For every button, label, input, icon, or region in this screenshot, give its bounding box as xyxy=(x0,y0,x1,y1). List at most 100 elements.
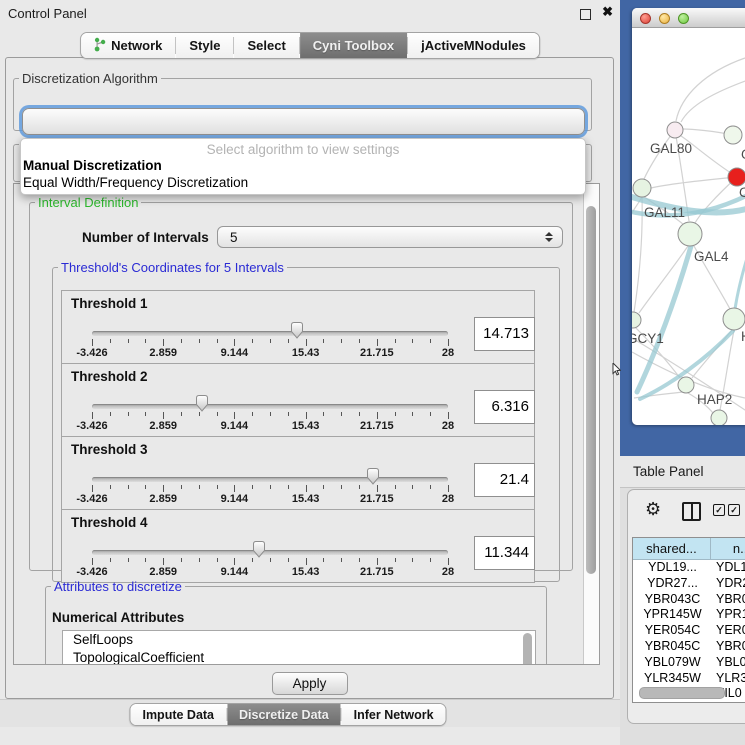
network-view-window: GAL80GCGAL11GAL4GCY1HHAP2 xyxy=(632,8,745,425)
slider-tick xyxy=(128,339,129,343)
column-header-shared-name[interactable]: shared... xyxy=(633,538,711,559)
tab-jactivemnodules[interactable]: jActiveMNodules xyxy=(408,33,539,58)
slider-tick-label: 15.43 xyxy=(292,566,320,578)
network-node[interactable] xyxy=(711,410,727,425)
slider-handle-icon[interactable] xyxy=(365,467,381,486)
slider-tick xyxy=(217,485,218,489)
checkbox-icon[interactable]: ✓ xyxy=(713,504,725,516)
tab-network[interactable]: Network xyxy=(81,33,175,58)
network-node[interactable] xyxy=(667,122,683,138)
node-attribute-table[interactable]: shared... n... YDL19...YDL1YDR27...YDR2Y… xyxy=(632,537,745,703)
zoom-traffic-light-icon[interactable] xyxy=(678,13,689,24)
table-row[interactable]: YLR345WYLR3 xyxy=(633,671,745,687)
network-node[interactable] xyxy=(724,126,742,144)
network-edge[interactable] xyxy=(681,80,745,122)
vertical-scrollbar-thumb[interactable] xyxy=(586,206,596,574)
algorithm-option-manual[interactable]: Manual Discretization xyxy=(21,157,585,174)
tab-cyni-toolbox[interactable]: Cyni Toolbox xyxy=(300,33,407,58)
tab-style[interactable]: Style xyxy=(176,33,233,58)
slider-tick xyxy=(128,485,129,489)
tab-select[interactable]: Select xyxy=(234,33,298,58)
table-row[interactable]: YDL19...YDL1 xyxy=(633,560,745,576)
slider-handle-icon[interactable] xyxy=(289,321,305,340)
slider-tick xyxy=(430,412,431,416)
slider-tick-labels: -3.4262.8599.14415.4321.71528 xyxy=(92,493,448,505)
horizontal-scrollbar-thumb[interactable] xyxy=(639,687,725,699)
checkbox-icon[interactable]: ✓ xyxy=(728,504,740,516)
network-node[interactable] xyxy=(678,222,702,246)
slider-tick xyxy=(163,412,164,419)
table-panel-titlebar: Table Panel xyxy=(620,456,745,488)
slider-tick xyxy=(395,558,396,562)
attribute-item-selfloops[interactable]: SelfLoops xyxy=(63,631,535,649)
algorithm-select[interactable] xyxy=(22,108,585,135)
number-of-intervals-spinner[interactable]: 5 xyxy=(217,226,563,248)
network-graph[interactable]: GAL80GCGAL11GAL4GCY1HHAP2 xyxy=(632,28,745,425)
window-titlebar: Control Panel ✖ xyxy=(0,0,620,26)
network-edge[interactable] xyxy=(651,177,737,188)
slider-track[interactable] xyxy=(92,331,448,336)
close-traffic-light-icon[interactable] xyxy=(640,13,651,24)
table-row[interactable]: YBL079WYBL0 xyxy=(633,655,745,671)
slider-tick xyxy=(288,558,289,562)
table-row[interactable]: YPR145WYPR1 xyxy=(633,607,745,623)
float-panel-icon[interactable] xyxy=(580,9,591,20)
minimize-traffic-light-icon[interactable] xyxy=(659,13,670,24)
table-row[interactable]: YBR043CYBR0 xyxy=(633,592,745,608)
slider-tick xyxy=(341,412,342,416)
network-node[interactable] xyxy=(678,377,694,393)
slider-tick xyxy=(252,485,253,489)
threshold-value-field[interactable]: 11.344 xyxy=(474,536,535,570)
slider-track[interactable] xyxy=(92,477,448,482)
network-node-label: C xyxy=(739,185,745,200)
attributes-group-title: Attributes to discretize xyxy=(51,579,185,594)
network-node[interactable] xyxy=(632,312,641,328)
settings-scroll-viewport: Interval Definition Number of Intervals … xyxy=(13,183,600,665)
algorithm-option-equal-width[interactable]: Equal Width/Frequency Discretization xyxy=(21,174,585,191)
network-edge[interactable] xyxy=(676,58,745,121)
mouse-cursor xyxy=(612,363,621,381)
network-node[interactable] xyxy=(723,308,745,330)
cell-name: YBR0 xyxy=(712,592,745,608)
tab-impute-data[interactable]: Impute Data xyxy=(130,704,226,725)
network-node-label: GAL4 xyxy=(694,249,729,264)
slider-tick xyxy=(234,558,235,565)
slider-tick xyxy=(306,339,307,346)
tab-label: jActiveMNodules xyxy=(421,38,526,53)
attribute-item-topologicalcoefficient[interactable]: TopologicalCoefficient xyxy=(63,649,535,665)
network-edge-highlighted[interactable] xyxy=(735,258,745,309)
table-row[interactable]: YDR27...YDR2 xyxy=(633,576,745,592)
network-icon xyxy=(94,37,106,55)
slider-tick xyxy=(217,339,218,343)
gear-icon[interactable]: ⚙ xyxy=(645,499,661,520)
slider-tick-label: -3.426 xyxy=(76,347,107,359)
threshold-value-field[interactable]: 14.713 xyxy=(474,317,535,351)
algorithm-popup-hint: Select algorithm to view settings xyxy=(21,142,585,157)
slider-ticks xyxy=(92,412,448,419)
attributes-list-scrollbar[interactable] xyxy=(523,633,532,665)
slider-track[interactable] xyxy=(92,550,448,555)
vertical-scrollbar[interactable] xyxy=(583,184,599,664)
numerical-attributes-list[interactable]: SelfLoopsTopologicalCoefficientBetweenne… xyxy=(62,630,536,665)
table-row[interactable]: YBR045CYBR0 xyxy=(633,639,745,655)
apply-button[interactable]: Apply xyxy=(272,672,348,695)
network-node[interactable] xyxy=(728,168,745,186)
slider-handle-icon[interactable] xyxy=(194,394,210,413)
split-columns-icon[interactable] xyxy=(682,502,701,521)
slider-handle-icon[interactable] xyxy=(251,540,267,559)
threshold-value-field[interactable]: 6.316 xyxy=(474,390,535,424)
table-row[interactable]: YER054CYER0 xyxy=(633,623,745,639)
column-header-name[interactable]: n... xyxy=(711,538,745,559)
slider-tick-label: 9.144 xyxy=(221,420,249,432)
tab-infer-network[interactable]: Infer Network xyxy=(342,704,446,725)
close-icon[interactable]: ✖ xyxy=(602,4,613,20)
slider-tick xyxy=(448,485,449,492)
slider-tick xyxy=(145,558,146,562)
threshold-panel: Threshold 1 -3.4262.8599.14415.4321.7152… xyxy=(61,290,535,364)
tab-discretize-data[interactable]: Discretize Data xyxy=(227,704,341,725)
slider-track[interactable] xyxy=(92,404,448,409)
slider-tick-label: 21.715 xyxy=(360,566,394,578)
slider-tick xyxy=(341,339,342,343)
network-node[interactable] xyxy=(633,179,651,197)
threshold-value-field[interactable]: 21.4 xyxy=(474,463,535,497)
